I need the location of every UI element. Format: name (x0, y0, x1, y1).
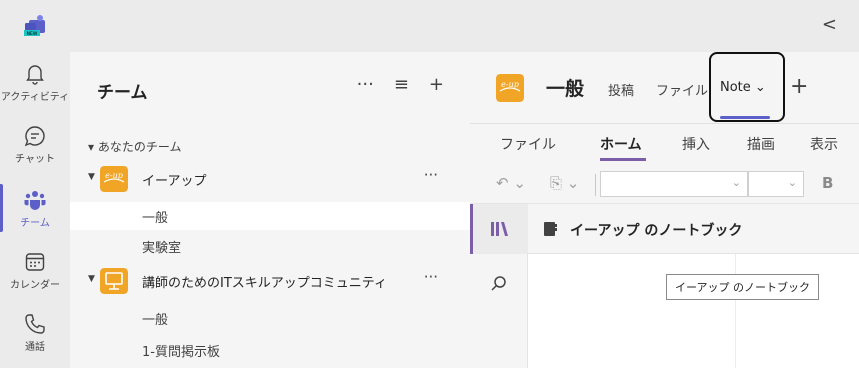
notebooks-active-indicator (470, 204, 473, 254)
paste-icon[interactable]: ⎘ ⌄ (550, 174, 579, 192)
channel-name: 一般 (142, 211, 169, 226)
ribbon-tab-home[interactable]: ホーム (600, 134, 642, 154)
channel-name: 実験室 (142, 241, 182, 256)
panel-title: チーム (97, 83, 148, 103)
more-options-icon[interactable]: ··· (424, 268, 438, 286)
ribbon-tab-insert[interactable]: 挿入 (682, 134, 710, 154)
bell-icon (26, 65, 44, 85)
pane-divider (735, 254, 736, 368)
undo-icon[interactable]: ↶ ⌄ (496, 174, 526, 192)
rail-label: アクティビティ (0, 92, 70, 103)
rail-item-activity[interactable]: アクティビティ (0, 62, 70, 103)
rail-label: カレンダー (10, 280, 60, 291)
ribbon-toolbar: ↶ ⌄ ⎘ ⌄ ⌄ ⌄ B (470, 164, 859, 204)
notebook-sidebar (470, 204, 528, 368)
channel-name: 一般 (142, 313, 169, 328)
title-bar: NEW < (0, 0, 859, 52)
rail-label: チーム (20, 218, 50, 229)
channel-header: e-up 一般 投稿 ファイル Note ⌄ + (470, 52, 859, 124)
teams-panel: チーム ··· ≡ + ▾ あなたのチーム ▼ e-up イーアップ ··· 一… (70, 52, 470, 368)
tab-files[interactable]: ファイル (656, 80, 708, 99)
notebook-icon (544, 222, 557, 236)
team-logo-eup: e-up (100, 166, 128, 192)
expand-caret-icon[interactable]: ▼ (88, 274, 95, 284)
team-row-eup[interactable]: ▼ e-up イーアップ ··· (70, 164, 470, 194)
team-logo-it-skillup (100, 268, 128, 294)
your-teams-section[interactable]: ▾ あなたのチーム (88, 138, 181, 155)
expand-caret-icon[interactable]: ▼ (88, 172, 95, 182)
channel-title: 一般 (546, 78, 585, 100)
teams-logo-icon: NEW (24, 15, 45, 37)
app-rail: アクティビティ チャット チーム カレンダー 通話 (0, 52, 70, 368)
active-tab-indicator (720, 116, 770, 119)
filter-icon[interactable]: ≡ (394, 74, 409, 95)
channel-item-general[interactable]: 一般 (70, 202, 470, 230)
notebook-canvas[interactable]: イーアップ のノートブック (528, 254, 859, 368)
notebook-tooltip: イーアップ のノートブック (666, 274, 820, 300)
panel-actions: ··· ≡ + (357, 74, 444, 95)
calendar-icon (25, 253, 45, 271)
ribbon-tab-draw[interactable]: 描画 (747, 134, 775, 154)
ribbon-active-indicator (600, 158, 646, 161)
chat-icon (24, 126, 45, 147)
tab-note[interactable]: Note ⌄ (720, 80, 766, 95)
rail-item-teams[interactable]: チーム (0, 188, 70, 229)
notebook-header: イーアップ のノートブック (528, 204, 859, 254)
add-icon[interactable]: + (429, 74, 444, 95)
channel-main: e-up 一般 投稿 ファイル Note ⌄ + ファイル ホーム 挿入 描画 … (470, 52, 859, 368)
add-tab-icon[interactable]: + (790, 74, 808, 99)
channel-item-general[interactable]: 一般 (70, 304, 470, 332)
team-name: 講師のためのITスキルアップコミュニティ (142, 276, 387, 291)
more-options-icon[interactable]: ··· (357, 74, 374, 95)
team-name: イーアップ (142, 174, 207, 189)
rail-label: 通話 (25, 342, 45, 353)
collapse-chevron-icon[interactable]: < (822, 14, 837, 35)
bold-button[interactable]: B (822, 174, 833, 192)
font-family-select[interactable]: ⌄ (600, 171, 748, 197)
ribbon-tabs: ファイル ホーム 挿入 描画 表示 (470, 124, 859, 164)
rail-item-chat[interactable]: チャット (0, 124, 70, 165)
channel-name: 1-質問掲示板 (142, 345, 220, 360)
font-size-select[interactable]: ⌄ (748, 171, 804, 197)
channel-item-qa-board[interactable]: 1-質問掲示板 (70, 336, 470, 364)
new-badge: NEW (27, 31, 38, 37)
channel-item-lab[interactable]: 実験室 (70, 232, 470, 260)
notebook-title[interactable]: イーアップ のノートブック (570, 220, 742, 240)
tab-posts[interactable]: 投稿 (608, 80, 634, 99)
ribbon-tab-view[interactable]: 表示 (810, 134, 838, 154)
more-options-icon[interactable]: ··· (424, 166, 438, 184)
team-row-it-skillup[interactable]: ▼ 講師のためのITスキルアップコミュニティ ··· (70, 266, 470, 296)
chevron-down-icon: ⌄ (787, 176, 797, 189)
teams-icon (24, 191, 46, 210)
phone-icon (25, 314, 45, 334)
toolbar-divider (595, 174, 596, 196)
chevron-down-icon: ⌄ (731, 176, 741, 189)
notebooks-icon[interactable] (489, 219, 509, 239)
search-icon[interactable] (489, 274, 509, 294)
rail-item-calendar[interactable]: カレンダー (0, 250, 70, 291)
ribbon-tab-file[interactable]: ファイル (500, 134, 556, 154)
channel-team-logo: e-up (496, 74, 524, 102)
rail-item-calls[interactable]: 通話 (0, 312, 70, 353)
rail-label: チャット (15, 154, 55, 165)
